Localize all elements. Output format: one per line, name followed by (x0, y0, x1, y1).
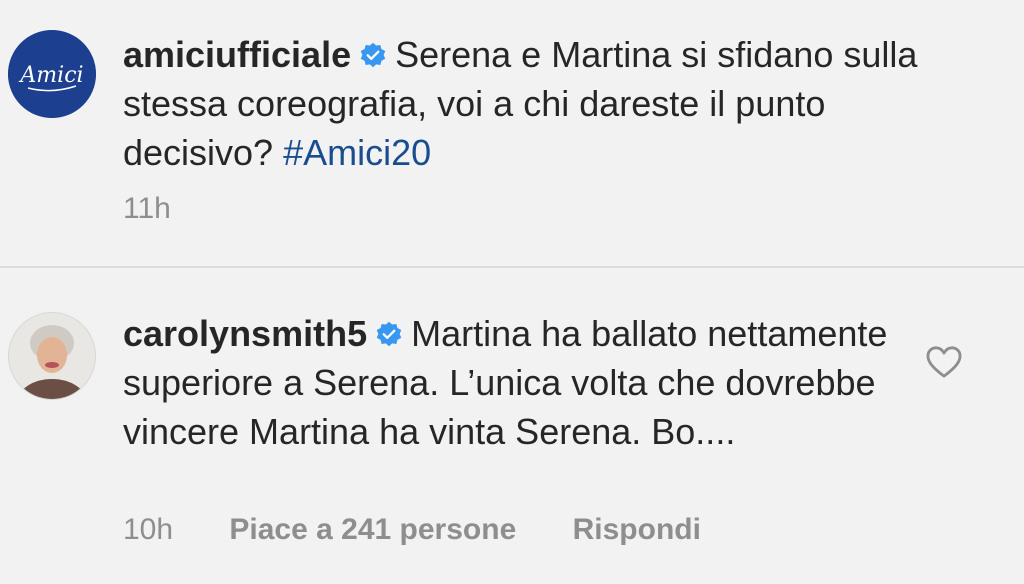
comment-meta: 10h Piace a 241 persone Rispondi (123, 513, 749, 547)
caption-username[interactable]: amiciufficiale (123, 34, 351, 75)
caption-text-block: amiciufficiale Serena e Martina si sfidan… (123, 30, 953, 177)
carolyn-avatar[interactable] (8, 312, 96, 400)
comment-timestamp: 10h (123, 513, 174, 546)
comment-username[interactable]: carolynsmith5 (123, 313, 367, 354)
caption-timestamp: 11h (123, 192, 171, 225)
verified-badge-icon (376, 321, 402, 347)
comment: carolynsmith5 Martina ha ballato nettamen… (0, 268, 1024, 584)
amici-avatar[interactable]: Amici (8, 30, 96, 118)
likes-count-link[interactable]: Piace a 241 persone (229, 513, 516, 546)
svg-text:Amici: Amici (18, 63, 83, 88)
reply-button[interactable]: Rispondi (573, 513, 701, 546)
amici-logo-icon: Amici (8, 30, 96, 118)
verified-badge-icon (360, 42, 386, 68)
comment-text-block: carolynsmith5 Martina ha ballato nettamen… (123, 309, 913, 456)
post-caption: Amici amiciufficiale Serena e Martina si … (0, 0, 1024, 266)
profile-photo-icon (9, 313, 95, 399)
caption-hashtag[interactable]: #Amici20 (283, 132, 431, 173)
heart-like-icon[interactable] (925, 345, 963, 379)
caption-meta: 11h (123, 192, 219, 226)
